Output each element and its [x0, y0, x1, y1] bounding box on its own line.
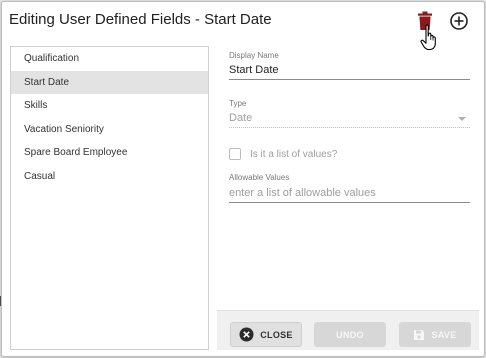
list-of-values-checkbox[interactable] [229, 148, 241, 160]
list-item-spare-board-employee[interactable]: Spare Board Employee [11, 141, 208, 165]
type-value: Date [229, 112, 253, 124]
list-item-skills[interactable]: Skills [11, 94, 208, 118]
delete-button[interactable] [417, 11, 433, 31]
close-button[interactable]: CLOSE [230, 322, 302, 347]
allowable-values-label: Allowable Values [229, 173, 290, 182]
list-item-casual[interactable]: Casual [11, 165, 208, 189]
close-circle-icon [239, 327, 254, 342]
type-label: Type [229, 99, 247, 108]
undo-button[interactable]: UNDO [314, 322, 386, 347]
close-label: CLOSE [260, 329, 293, 340]
fields-list: Qualification Start Date Skills Vacation… [10, 46, 209, 350]
undo-label: UNDO [336, 329, 364, 340]
save-label: SAVE [431, 329, 457, 340]
type-select[interactable]: Date [229, 112, 470, 128]
list-item-start-date[interactable]: Start Date [11, 70, 208, 94]
dropdown-caret-icon [458, 117, 466, 121]
display-name-field: Display Name Start Date [229, 51, 470, 80]
list-of-values-label: Is it a list of values? [250, 148, 338, 160]
add-circle-icon [450, 12, 468, 30]
display-name-label: Display Name [229, 51, 279, 60]
list-item-vacation-seniority[interactable]: Vacation Seniority [11, 118, 208, 142]
add-field-button[interactable] [449, 11, 469, 31]
display-name-input[interactable]: Start Date [229, 64, 470, 80]
field-editor-form: Display Name Start Date Type Date Is it … [217, 46, 479, 350]
save-icon [414, 329, 425, 340]
allowable-values-input[interactable] [229, 184, 470, 203]
save-button[interactable]: SAVE [399, 322, 471, 347]
list-of-values-row[interactable]: Is it a list of values? [229, 148, 337, 160]
dialog-title: Editing User Defined Fields - Start Date [9, 11, 272, 28]
list-item-qualification[interactable]: Qualification [11, 47, 208, 71]
edit-fields-dialog: Editing User Defined Fields - Start Date… [1, 1, 485, 357]
trash-icon [418, 11, 432, 30]
type-field: Type Date [229, 99, 470, 128]
allowable-values-field: Allowable Values [229, 173, 470, 203]
dialog-footer: CLOSE UNDO SAVE [217, 310, 479, 350]
